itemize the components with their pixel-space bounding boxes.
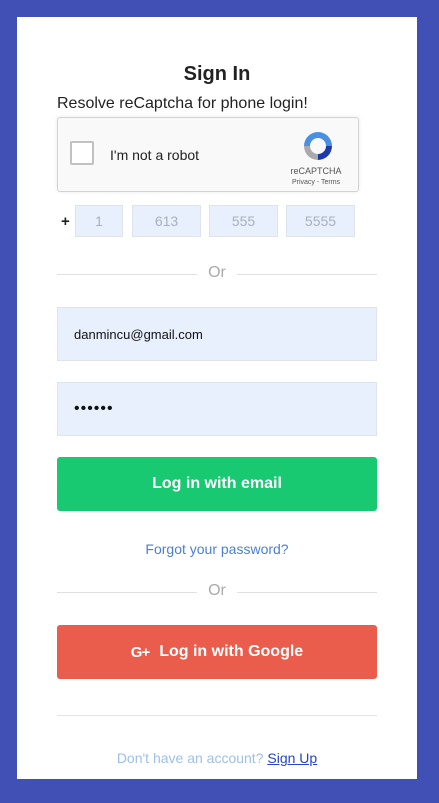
recaptcha-checkbox[interactable] <box>70 141 94 165</box>
signup-link[interactable]: Sign Up <box>267 750 317 766</box>
divider-or: Or <box>57 264 377 284</box>
recaptcha-brand: reCAPTCHA <box>290 166 342 176</box>
phone-prefix: + <box>61 213 70 230</box>
recaptcha-label: I'm not a robot <box>110 147 200 163</box>
divider-text: Or <box>208 264 226 281</box>
recaptcha-widget: I'm not a robot reCAPTCHA Privacy - Term… <box>57 117 359 192</box>
password-field[interactable] <box>57 382 377 436</box>
signup-prompt: Don't have an account? <box>116 750 264 766</box>
forgot-password-link[interactable]: Forgot your password? <box>17 541 417 557</box>
divider-text: Or <box>208 582 226 599</box>
email-field[interactable] <box>57 307 377 361</box>
phone-country-code-input[interactable] <box>75 205 123 237</box>
google-login-label: Log in with Google <box>159 643 304 660</box>
phone-area-code-input[interactable] <box>132 205 201 237</box>
email-login-button[interactable]: Log in with email <box>57 457 377 511</box>
google-plus-icon: G+ <box>130 643 150 661</box>
phone-exchange-input[interactable] <box>209 205 278 237</box>
page-title: Sign In <box>183 63 251 85</box>
google-login-button[interactable]: G+ Log in with Google <box>57 625 377 679</box>
email-login-label: Log in with email <box>152 475 282 492</box>
signin-card: Sign In Resolve reCaptcha for phone logi… <box>17 17 417 779</box>
recaptcha-links[interactable]: Privacy - Terms <box>286 179 346 186</box>
divider-or-2: Or <box>57 582 377 602</box>
separator <box>57 715 377 716</box>
signup-row: Don't have an account? Sign Up <box>17 750 417 766</box>
divider-line-right <box>237 274 377 275</box>
phone-line-input[interactable] <box>286 205 355 237</box>
divider-line-right <box>237 592 377 593</box>
captcha-message: Resolve reCaptcha for phone login! <box>57 95 308 112</box>
recaptcha-logo-icon <box>304 132 332 160</box>
